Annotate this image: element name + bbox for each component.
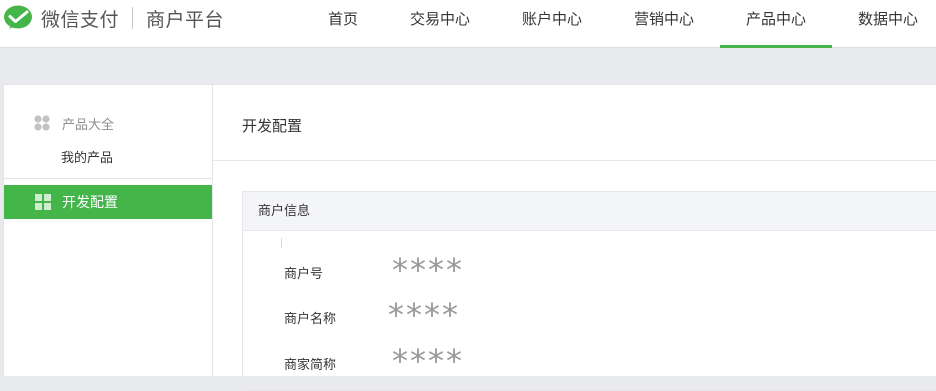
sidebar-group-label: 产品大全 — [62, 117, 115, 133]
merchant-name-row: 商户名称 **** — [284, 296, 684, 334]
logo[interactable]: 微信支付 商户平台 — [3, 4, 224, 32]
card-header: 商户信息 — [243, 192, 936, 231]
merchant-id-row: 商户号 **** — [284, 251, 684, 289]
wechat-pay-logo-icon — [4, 5, 32, 29]
merchant-id-label: 商户号 — [284, 267, 324, 282]
main-panel: 产品大全 我的产品 开发配置 开发配置 商户信息 商户号 **** 商户名称 *… — [3, 84, 936, 391]
merchant-short-name-label: 商家简称 — [284, 358, 337, 373]
grid-icon — [35, 194, 51, 210]
brand-name: 微信支付 — [41, 8, 120, 31]
sidebar: 产品大全 我的产品 开发配置 — [4, 85, 213, 377]
platform-name: 商户平台 — [146, 8, 225, 31]
sidebar-item-my-products[interactable]: 我的产品 — [61, 147, 113, 166]
brand-divider — [132, 7, 134, 29]
sidebar-item-dev-config[interactable]: 开发配置 — [4, 185, 212, 219]
nav-item-account[interactable]: 账户中心 — [496, 0, 608, 48]
sidebar-divider — [4, 178, 212, 179]
page-title: 开发配置 — [242, 117, 303, 135]
card-divider-mark — [281, 238, 282, 248]
nav-item-data[interactable]: 数据中心 — [832, 0, 936, 48]
nav-item-home[interactable]: 首页 — [287, 0, 399, 48]
merchant-short-name-value: **** — [392, 342, 464, 380]
top-bar: 微信支付 商户平台 首页 交易中心 账户中心 营销中心 产品中心 数据中心 — [0, 0, 936, 48]
merchant-name-value: **** — [388, 296, 460, 334]
title-divider — [213, 160, 936, 161]
apps-icon — [34, 115, 50, 131]
merchant-short-name-row: 商家简称 **** — [284, 342, 684, 380]
nav-item-products[interactable]: 产品中心 — [720, 0, 832, 48]
sidebar-group-products[interactable]: 产品大全 — [34, 114, 115, 133]
sidebar-item-label: 开发配置 — [62, 195, 118, 211]
content-area: 开发配置 商户信息 商户号 **** 商户名称 **** 商家简称 **** — [213, 85, 936, 391]
merchant-name-label: 商户名称 — [284, 312, 337, 327]
merchant-id-value: **** — [392, 251, 464, 289]
nav-item-marketing[interactable]: 营销中心 — [608, 0, 720, 48]
merchant-info-card: 商户信息 商户号 **** 商户名称 **** 商家简称 **** — [242, 191, 936, 391]
nav-item-transactions[interactable]: 交易中心 — [384, 0, 496, 48]
